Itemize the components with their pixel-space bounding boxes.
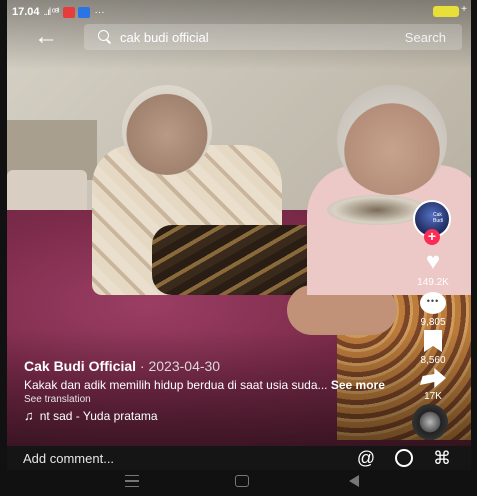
share-arrow-icon (420, 368, 446, 388)
author-line: Cak Budi Official · 2023-04-30 (24, 358, 414, 374)
comment-count: 9,805 (420, 317, 446, 328)
battery-icon (433, 6, 459, 17)
see-more-link[interactable]: See more (331, 378, 385, 392)
bookmark-icon (424, 330, 442, 352)
follow-button[interactable]: + (424, 229, 440, 245)
search-bar[interactable]: cak budi official Search (84, 24, 462, 50)
more-notifications-icon: ··· (94, 6, 105, 18)
see-translation-link[interactable]: See translation (24, 394, 414, 405)
author-name[interactable]: Cak Budi Official (24, 358, 136, 374)
video-person-left (92, 85, 362, 315)
phone-screen: 17.04 ..ıl ᵒ⁸ᴵ ··· + ← cak budi official… (0, 0, 477, 496)
music-note-icon: ♫ (24, 408, 34, 423)
video-bowl (327, 195, 427, 225)
music-title: nt sad - Yuda pratama (39, 408, 158, 423)
share-button[interactable]: 17K (410, 368, 456, 402)
search-input[interactable]: cak budi official (120, 30, 405, 45)
emoji-icon[interactable] (395, 449, 413, 467)
mention-icon[interactable]: @ (355, 447, 377, 469)
charging-icon: + (461, 4, 467, 15)
status-time: 17.04 (12, 6, 40, 18)
save-button[interactable]: 8,560 (410, 330, 456, 366)
avatar-label: Cak Budi (433, 212, 444, 224)
search-button[interactable]: Search (405, 30, 446, 45)
signal-icon: ..ıl ᵒ⁸ᴵ (43, 6, 60, 18)
home-icon[interactable] (235, 475, 249, 487)
system-nav-bar (7, 470, 471, 492)
music-info[interactable]: ♫ nt sad - Yuda pratama (24, 408, 414, 423)
share-count: 17K (424, 391, 442, 402)
back-arrow-icon[interactable]: ← (34, 24, 60, 50)
comment-icon (420, 292, 446, 314)
comment-input[interactable]: Add comment... (7, 451, 355, 466)
music-disc-icon[interactable] (412, 404, 448, 440)
search-icon (98, 30, 112, 44)
status-bar: 17.04 ..ıl ᵒ⁸ᴵ ··· + (12, 4, 467, 20)
facebook-notification-icon (77, 6, 90, 18)
recent-apps-icon[interactable] (125, 475, 139, 487)
back-nav-icon[interactable] (349, 475, 359, 487)
post-description: Kakak dan adik memilih hidup berdua di s… (24, 378, 414, 392)
description-text: Kakak dan adik memilih hidup berdua di s… (24, 378, 328, 392)
comment-bar: Add comment... @ ⌘ (7, 446, 471, 470)
post-caption: Cak Budi Official · 2023-04-30 Kakak dan… (24, 358, 414, 423)
heart-icon: ♥ (425, 248, 441, 275)
post-date: · 2023-04-30 (136, 358, 221, 374)
like-button[interactable]: ♥ 149.2K (410, 248, 456, 289)
save-count: 8,560 (420, 355, 446, 366)
gift-icon[interactable]: ⌘ (431, 447, 453, 469)
gallery-notification-icon (62, 6, 75, 18)
like-count: 149.2K (417, 277, 449, 288)
comment-button[interactable]: 9,805 (410, 292, 456, 328)
